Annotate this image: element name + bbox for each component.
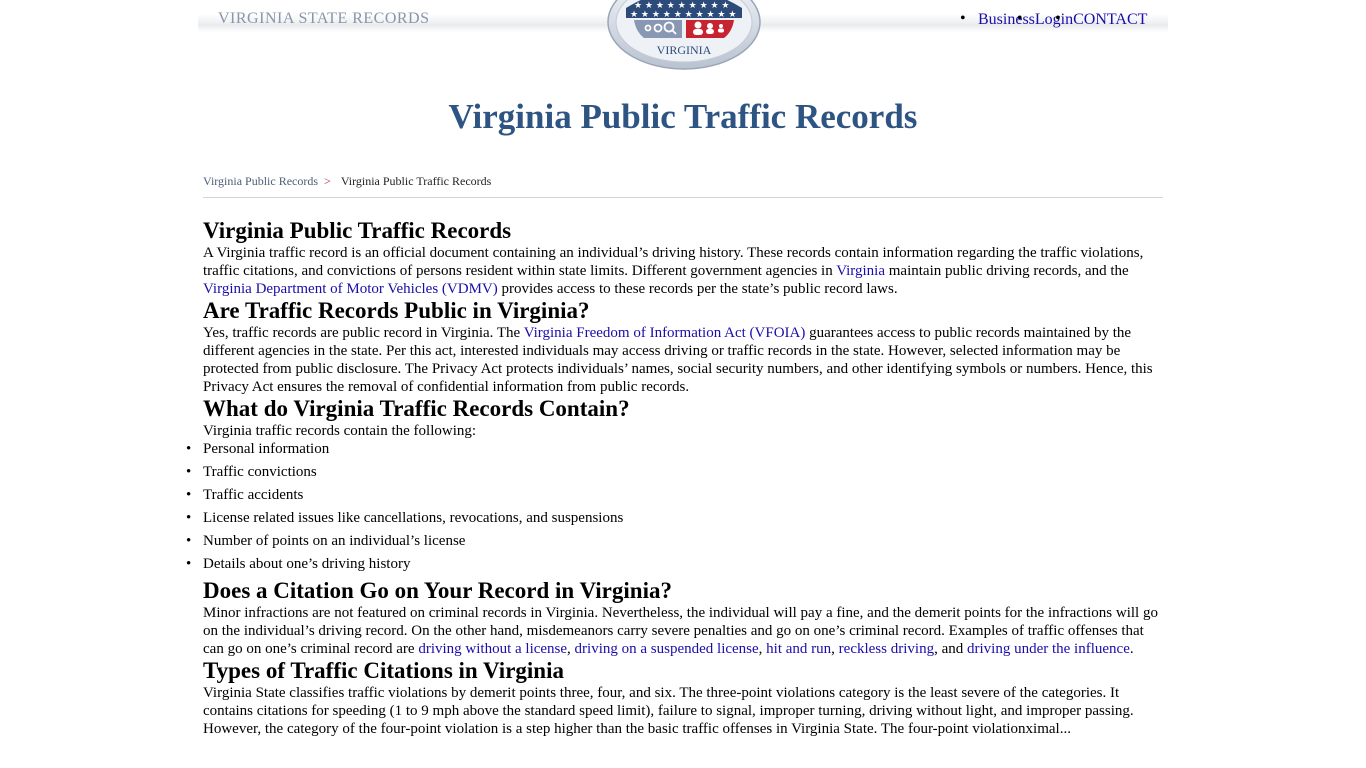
text: maintain public driving records, and the	[885, 263, 1129, 279]
nav-item-login: Login	[1035, 11, 1073, 28]
site-header: VIRGINIA STATE RECORDS ★ ★ ★ ★ ★ ★ ★ ★ ★…	[198, 0, 1168, 70]
text: .	[1129, 641, 1134, 657]
section-heading: What do Virginia Traffic Records Contain…	[203, 396, 630, 421]
breadcrumb-link-parent[interactable]: Virginia Public Records	[203, 174, 318, 188]
section-citation-record: Does a Citation Go on Your Record in Vir…	[203, 578, 1163, 658]
text: , and	[934, 641, 967, 657]
stars-icon: ★ ★ ★ ★ ★ ★ ★ ★ ★ ★ ★ ★ ★ ★ ★ ★ ★ ★ ★	[630, 1, 736, 20]
breadcrumb-chevron-icon: >	[324, 174, 331, 188]
section-heading: Types of Traffic Citations in Virginia	[203, 658, 564, 683]
section-overview: Virginia Public Traffic Records A Virgin…	[203, 218, 1163, 298]
list-item: License related issues like cancellation…	[186, 509, 1163, 527]
link-reckless-driving[interactable]: reckless driving	[839, 641, 934, 657]
nav-link-contact[interactable]: CONTACT	[1073, 11, 1147, 28]
section-paragraph: Minor infractions are not featured on cr…	[203, 604, 1163, 658]
nav-item-business: Business	[978, 11, 1035, 28]
section-contents: What do Virginia Traffic Records Contain…	[186, 396, 1163, 573]
link-driving-without-license[interactable]: driving without a license	[418, 641, 567, 657]
text: provides access to these records per the…	[497, 281, 898, 297]
text: Yes, traffic records are public record i…	[203, 325, 524, 341]
nav-link-login[interactable]: Login	[1035, 11, 1073, 28]
article-content: Virginia Public Traffic Records A Virgin…	[186, 218, 1163, 738]
section-heading: Does a Citation Go on Your Record in Vir…	[203, 578, 672, 603]
list-item: Traffic accidents	[186, 486, 1163, 504]
breadcrumb: Virginia Public Records > Virginia Public …	[203, 174, 491, 189]
top-nav: BusinessLoginCONTACT	[978, 11, 1147, 29]
page-title: Virginia Public Traffic Records	[448, 97, 918, 136]
link-vfoia[interactable]: Virginia Freedom of Information Act (VFO…	[524, 325, 806, 341]
svg-text:★ ★ ★ ★ ★ ★ ★ ★ ★ ★: ★ ★ ★ ★ ★ ★ ★ ★ ★ ★	[630, 10, 736, 20]
text: ,	[831, 641, 839, 657]
list-item: Details about one’s driving history	[186, 555, 1163, 573]
section-intro: Virginia traffic records contain the fol…	[203, 423, 477, 439]
section-public: Are Traffic Records Public in Virginia? …	[203, 298, 1163, 396]
section-paragraph: A Virginia traffic record is an official…	[203, 244, 1163, 298]
site-brand-link[interactable]: VIRGINIA STATE RECORDS	[218, 10, 430, 28]
link-virginia[interactable]: Virginia	[836, 263, 885, 279]
section-citation-types: Types of Traffic Citations in Virginia V…	[203, 658, 1163, 738]
nav-link-business[interactable]: Business	[978, 11, 1035, 28]
text: ,	[567, 641, 575, 657]
search-panel	[634, 20, 682, 38]
link-dui[interactable]: driving under the influence	[967, 641, 1130, 657]
breadcrumb-current: Virginia Public Traffic Records	[340, 174, 492, 188]
link-suspended-license[interactable]: driving on a suspended license	[575, 641, 759, 657]
site-logo[interactable]: ★ ★ ★ ★ ★ ★ ★ ★ ★ ★ ★ ★ ★ ★ ★ ★ ★ ★ ★ VI…	[606, 0, 762, 70]
logo-state-text: VIRGINIA	[657, 43, 712, 57]
list-item: Traffic convictions	[186, 463, 1163, 481]
list-item: Number of points on an individual’s lice…	[186, 532, 1163, 550]
section-paragraph: Virginia State classifies traffic violat…	[203, 685, 1134, 737]
nav-item-contact: CONTACT	[1073, 11, 1147, 28]
section-paragraph: Yes, traffic records are public record i…	[203, 324, 1163, 396]
divider	[203, 197, 1163, 198]
list-item: Personal information	[186, 440, 1163, 458]
link-hit-and-run[interactable]: hit and run	[766, 641, 831, 657]
section-heading: Virginia Public Traffic Records	[203, 218, 512, 243]
link-vdmv[interactable]: Virginia Department of Motor Vehicles (V…	[203, 281, 498, 297]
contents-list: Personal information Traffic convictions…	[186, 440, 1163, 573]
section-heading: Are Traffic Records Public in Virginia?	[203, 298, 590, 323]
virginia-seal-logo: ★ ★ ★ ★ ★ ★ ★ ★ ★ ★ ★ ★ ★ ★ ★ ★ ★ ★ ★ VI…	[607, 0, 761, 70]
